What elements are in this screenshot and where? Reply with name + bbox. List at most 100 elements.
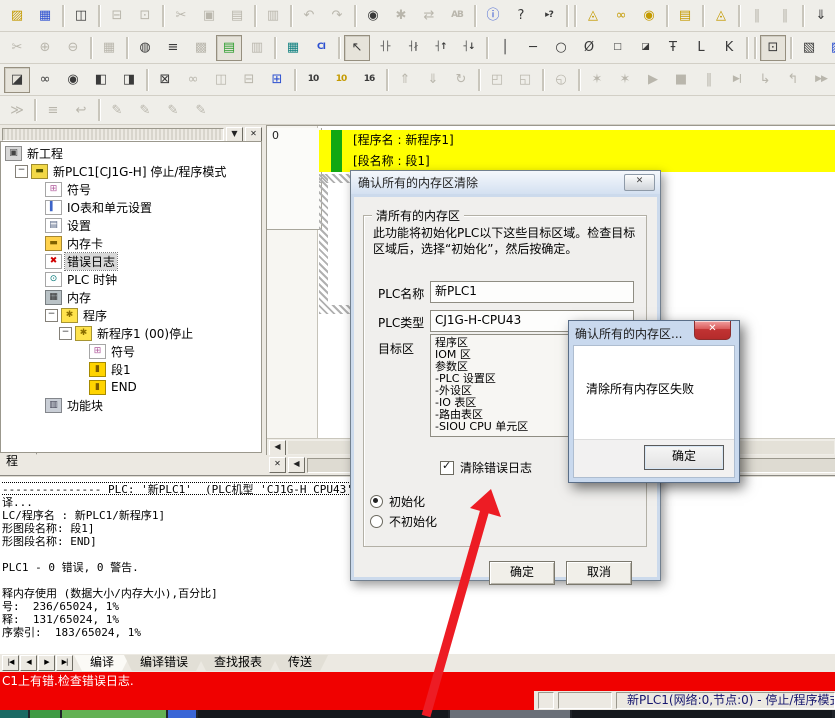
chevron-down-icon[interactable]: ▼: [226, 127, 243, 142]
tab-transfer[interactable]: 传送: [272, 655, 328, 671]
mnemonic-view-icon[interactable]: ∞: [32, 67, 58, 93]
copy-icon[interactable]: ▣: [196, 3, 222, 29]
continuous-step-icon[interactable]: ▶▶: [808, 67, 834, 93]
scroll-left-icon[interactable]: ◀: [288, 457, 305, 473]
hex-icon[interactable]: 16: [356, 67, 382, 93]
sma-table-icon[interactable]: ▦: [280, 35, 306, 61]
signed-decimal-icon[interactable]: 10: [328, 67, 354, 93]
transfer-options-icon[interactable]: ◬: [708, 3, 734, 29]
stop-icon[interactable]: ■: [668, 67, 694, 93]
contact-nc-icon[interactable]: ┤∤: [400, 35, 426, 61]
zoom-in-icon[interactable]: ⊕: [32, 35, 58, 61]
tree-item-programs[interactable]: − ✱ 程序: [1, 306, 261, 324]
paste-icon[interactable]: ▤: [224, 3, 250, 29]
symbols-window-icon[interactable]: ◉: [60, 67, 86, 93]
tree-expander-icon[interactable]: −: [45, 309, 58, 322]
compile-check-icon[interactable]: ◫: [68, 3, 94, 29]
cut-icon[interactable]: ✂: [168, 3, 194, 29]
pause-program-icon[interactable]: ‖: [744, 3, 770, 29]
force-on-icon[interactable]: ⇑: [392, 67, 418, 93]
play-icon[interactable]: ▶: [640, 67, 666, 93]
grid-show-icon[interactable]: ⊡: [760, 35, 786, 61]
tree-item-settings[interactable]: ▤ 设置: [1, 216, 261, 234]
scroll-left-icon[interactable]: ◀: [269, 440, 286, 456]
dialog-view-icon[interactable]: ⊟: [236, 67, 262, 93]
tree-item-error-log[interactable]: ✖ 错误日志: [1, 252, 261, 270]
layers-icon[interactable]: ▧: [796, 35, 822, 61]
tree-item-program1-symbols[interactable]: ⊞ 符号: [1, 342, 261, 360]
radio-selected-icon[interactable]: [370, 495, 383, 508]
block-list-icon[interactable]: ≡: [40, 97, 66, 123]
tree-item-plc[interactable]: − ▬ 新PLC1[CJ1G-H] 停止/程序模式: [1, 162, 261, 180]
tab-find-report[interactable]: 查找报表: [198, 655, 278, 671]
ci-view-icon[interactable]: CI: [308, 35, 334, 61]
contact-no-icon[interactable]: ┤├: [372, 35, 398, 61]
save-project-icon[interactable]: ▦: [32, 3, 58, 29]
toolbox-icon[interactable]: ⊠: [152, 67, 178, 93]
tab-compile[interactable]: 编译: [74, 655, 130, 671]
paste-special-icon[interactable]: ▥: [260, 3, 286, 29]
monitor-view-icon[interactable]: ▩: [188, 35, 214, 61]
pen-cancel-icon[interactable]: ✎: [188, 97, 214, 123]
block-undo-icon[interactable]: ↩: [68, 97, 94, 123]
binary-view-icon[interactable]: ⊞: [264, 67, 290, 93]
find-icon[interactable]: ◉: [360, 3, 386, 29]
initialize-radio-row[interactable]: 初始化: [370, 493, 425, 510]
pen-send-icon[interactable]: ✎: [160, 97, 186, 123]
help-icon[interactable]: ?: [508, 3, 534, 29]
workspace-scroll-track[interactable]: [2, 128, 224, 141]
coil-icon[interactable]: ○: [548, 35, 574, 61]
pen-undo-icon[interactable]: ✎: [132, 97, 158, 123]
ok-button[interactable]: 确定: [644, 445, 724, 470]
set-coil-icon[interactable]: □: [604, 35, 630, 61]
open-project-icon[interactable]: ▨: [4, 3, 30, 29]
cancel-button[interactable]: 取消: [566, 561, 632, 585]
instruction-icon[interactable]: Ŧ: [660, 35, 686, 61]
pause-icon[interactable]: ‖: [772, 3, 798, 29]
pause-trigger-icon[interactable]: ✶: [612, 67, 638, 93]
grid-icon[interactable]: ▦: [96, 35, 122, 61]
pen-commit-icon[interactable]: ✎: [104, 97, 130, 123]
tree-item-new-project[interactable]: ▣ 新工程: [1, 144, 261, 162]
zoom-out-icon[interactable]: ⊖: [60, 35, 86, 61]
tree-item-plc-clock[interactable]: ⊙ PLC 时钟: [1, 270, 261, 288]
replace-icon[interactable]: ⇄: [416, 3, 442, 29]
download-to-plc-icon[interactable]: ⇓: [808, 3, 834, 29]
find-symbol-icon[interactable]: AB: [444, 3, 470, 29]
close-icon[interactable]: ✕: [694, 321, 731, 340]
info-icon[interactable]: ⓘ: [480, 3, 506, 29]
step-in-icon[interactable]: ↳: [752, 67, 778, 93]
coil-nc-icon[interactable]: Ø: [576, 35, 602, 61]
tab-scroll-last-icon[interactable]: ▶|: [56, 655, 73, 671]
step-out-icon[interactable]: ↰: [780, 67, 806, 93]
ladder-view-icon[interactable]: ◪: [4, 67, 30, 93]
tree-item-memory[interactable]: ▦ 内存: [1, 288, 261, 306]
close-icon[interactable]: ✕: [269, 457, 286, 473]
close-icon[interactable]: ✕: [624, 174, 655, 191]
tree-item-end[interactable]: ▮ END: [1, 378, 261, 396]
section-name-row[interactable]: [段名称 : 段1]: [319, 151, 835, 172]
undo-icon[interactable]: ↶: [296, 3, 322, 29]
tab-scroll-left-icon[interactable]: ◀: [20, 655, 37, 671]
radio-icon[interactable]: [370, 515, 383, 528]
tree-item-symbols[interactable]: ⊞ 符号: [1, 180, 261, 198]
redo-icon[interactable]: ↷: [324, 3, 350, 29]
indent-icon[interactable]: ≫: [4, 97, 30, 123]
output-window-icon[interactable]: ◫: [208, 67, 234, 93]
tree-expander-icon[interactable]: −: [59, 327, 72, 340]
monitor-mode-icon[interactable]: ∞: [608, 3, 634, 29]
tab-scroll-first-icon[interactable]: |◀: [2, 655, 19, 671]
io-comment-icon[interactable]: ▥: [244, 35, 270, 61]
tab-scroll-right-icon[interactable]: ▶: [38, 655, 55, 671]
k-tool-icon[interactable]: K: [716, 35, 742, 61]
properties-icon[interactable]: ◨: [116, 67, 142, 93]
reset-coil-icon[interactable]: ◪: [632, 35, 658, 61]
contact-dn-icon[interactable]: ┤↓: [456, 35, 482, 61]
force-off-icon[interactable]: ⇓: [420, 67, 446, 93]
l-tool-icon[interactable]: L: [688, 35, 714, 61]
watch-window-icon[interactable]: ∞: [180, 67, 206, 93]
no-initialize-radio-row[interactable]: 不初始化: [370, 513, 437, 530]
tree-item-section1[interactable]: ▮ 段1: [1, 360, 261, 378]
online-edit-icon[interactable]: ▤: [672, 3, 698, 29]
select-mode-icon[interactable]: ↖: [344, 35, 370, 61]
